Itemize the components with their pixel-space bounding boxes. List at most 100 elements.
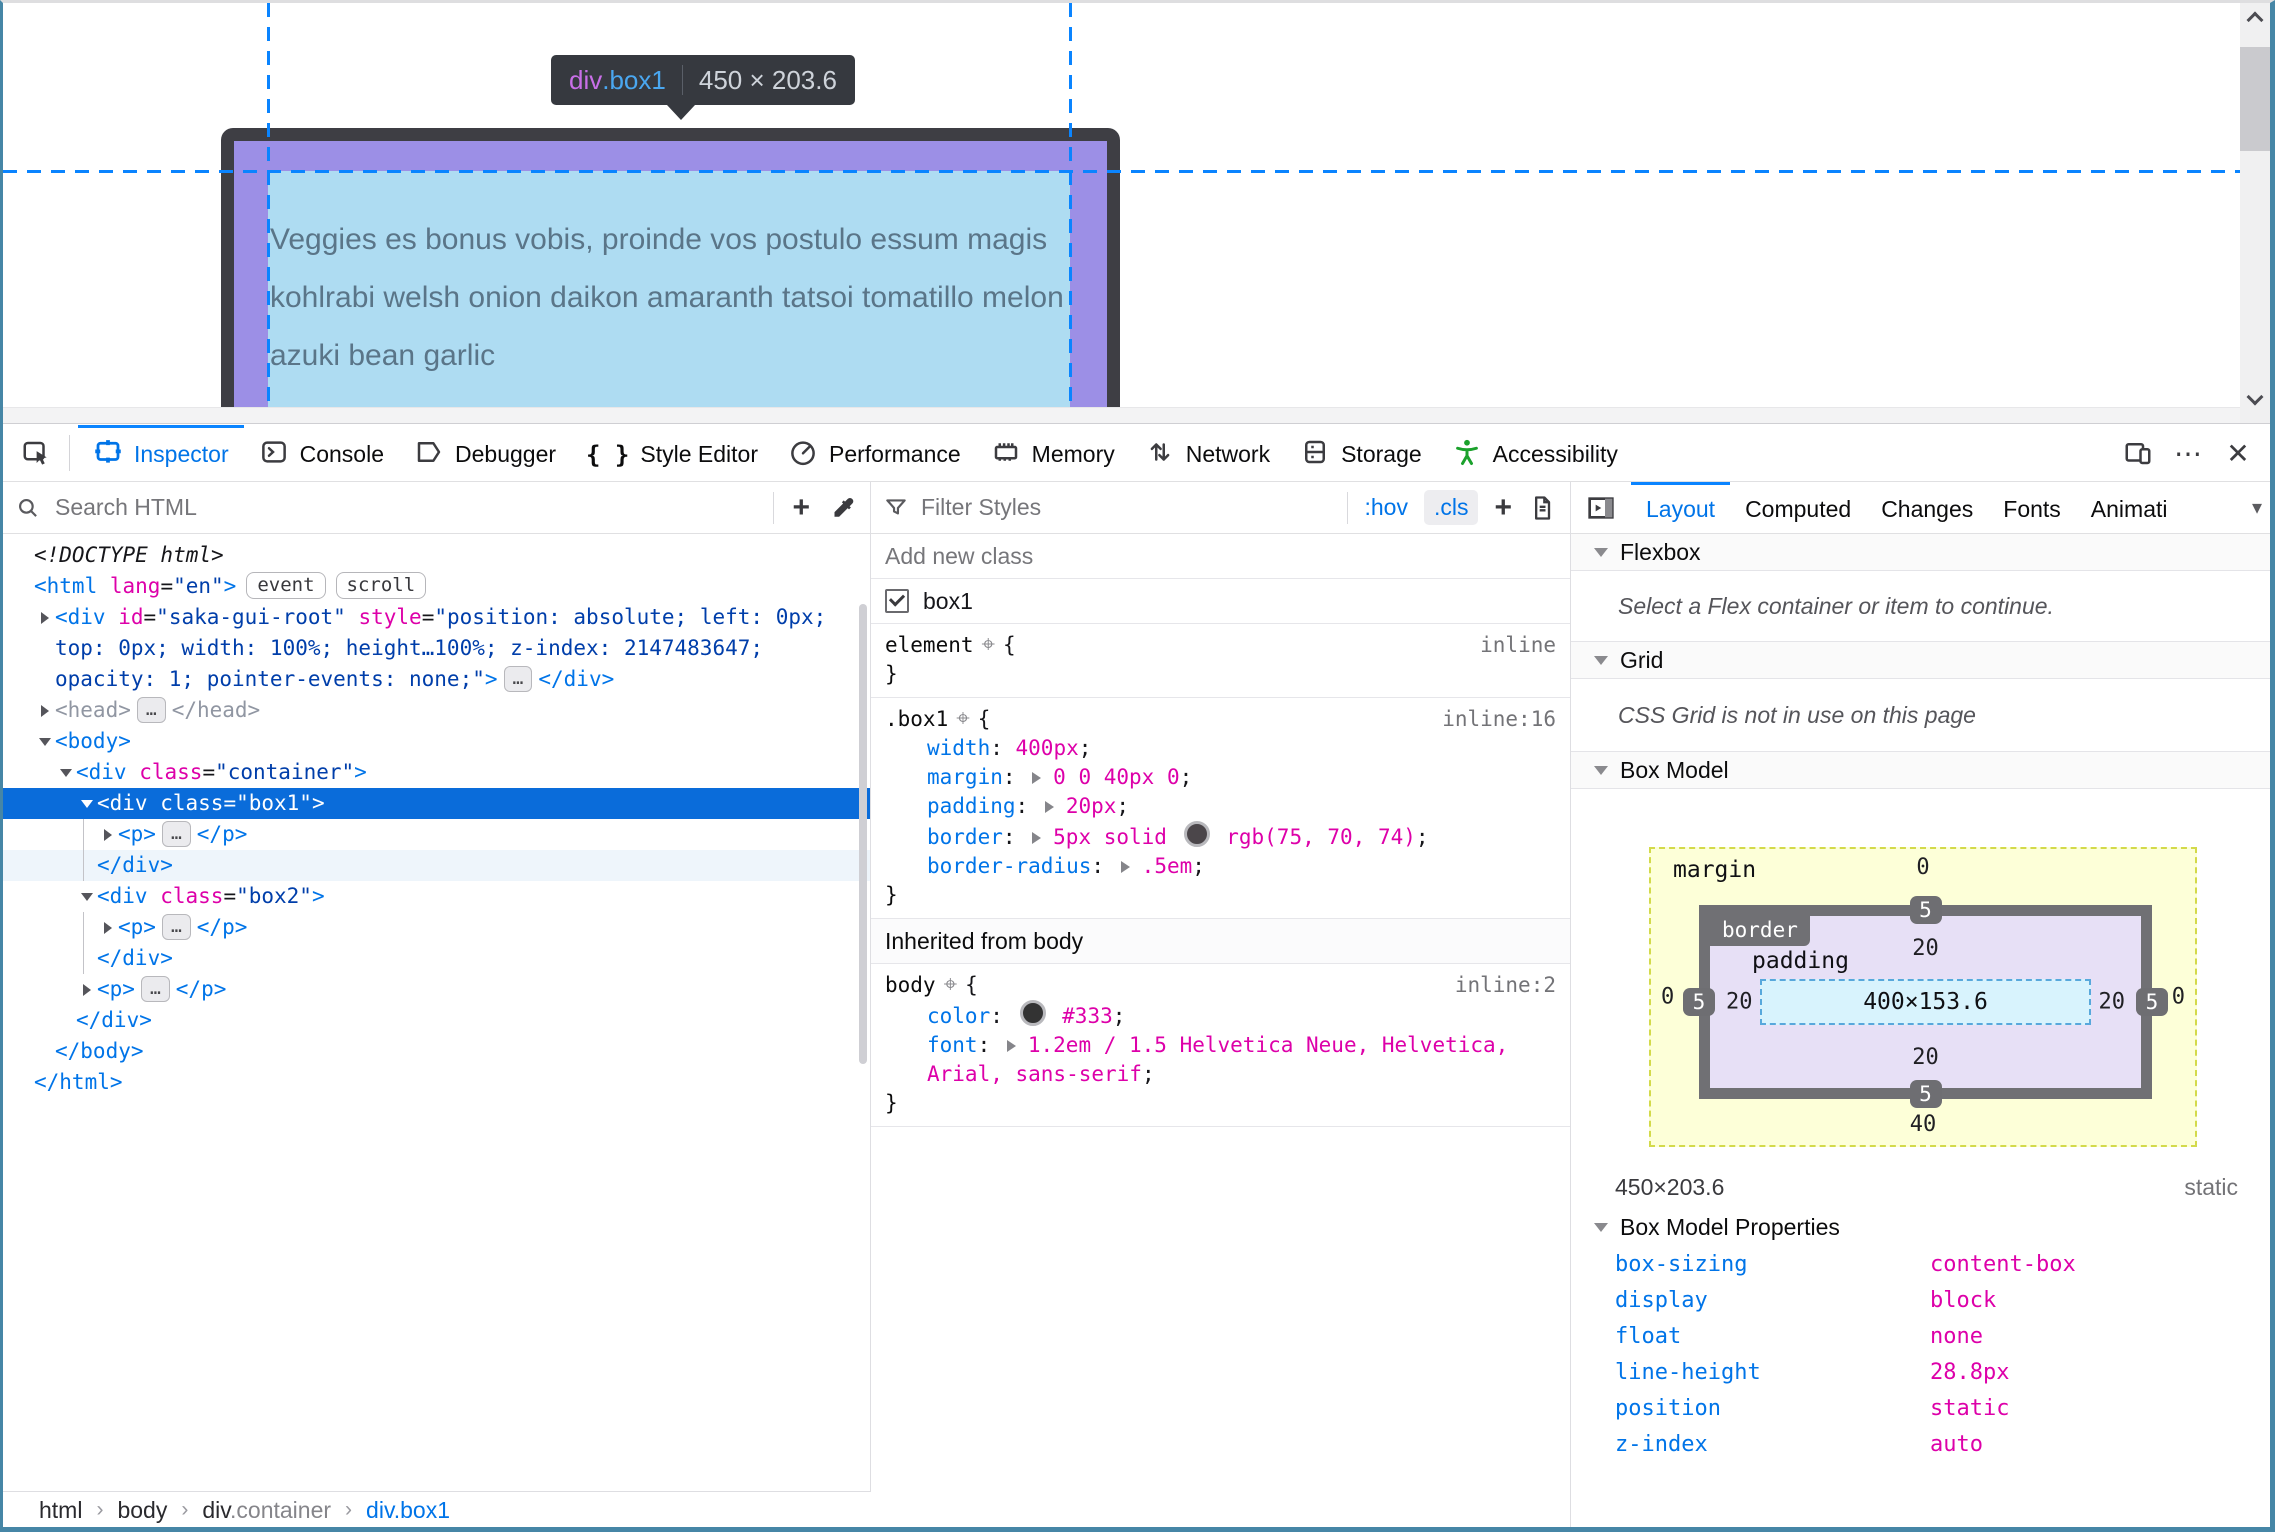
property-name[interactable]: line-height: [1571, 1360, 1930, 1385]
property-name[interactable]: z-index: [1571, 1432, 1930, 1457]
add-rule-button[interactable]: +: [1494, 491, 1512, 525]
markup-scrollbar-thumb[interactable]: [859, 604, 867, 1064]
rule-selector[interactable]: element: [885, 631, 974, 660]
markup-row[interactable]: <p>… </p>: [3, 974, 870, 1005]
tab-computed[interactable]: Computed: [1730, 482, 1866, 533]
expander-expanded-icon[interactable]: [77, 788, 97, 819]
markup-row[interactable]: <p>… </p>: [3, 819, 870, 850]
markup-row[interactable]: </body>: [3, 1036, 870, 1067]
box-model-margin-box[interactable]: margin 0 40 0 0 border padding 20 20 20: [1649, 847, 2197, 1147]
tab-debugger[interactable]: Debugger: [399, 425, 571, 481]
markup-row[interactable]: </html>: [3, 1067, 870, 1098]
expander-expanded-icon[interactable]: [77, 881, 97, 912]
rule-source-link[interactable]: inline:2: [1455, 971, 1556, 1000]
css-declaration[interactable]: margin: 0 0 40px 0;: [871, 763, 1570, 792]
tab-network[interactable]: Network: [1130, 425, 1285, 481]
expander-expanded-icon[interactable]: [35, 726, 55, 757]
grid-section-header[interactable]: Grid: [1571, 642, 2270, 679]
padding-top-value[interactable]: 20: [1912, 936, 1939, 961]
markup-row[interactable]: <div class="box1">: [3, 788, 870, 819]
margin-left-value[interactable]: 0: [1661, 985, 1674, 1010]
expander-collapsed-icon[interactable]: [77, 974, 97, 1005]
border-top-value[interactable]: 5: [1909, 896, 1942, 924]
tab-fonts[interactable]: Fonts: [1988, 482, 2076, 533]
property-name[interactable]: font: [927, 1033, 978, 1057]
expand-value-icon[interactable]: [1044, 801, 1060, 813]
color-swatch[interactable]: [1019, 1000, 1046, 1026]
margin-bottom-value[interactable]: 40: [1910, 1112, 1937, 1137]
close-icon[interactable]: ✕: [2216, 431, 2260, 475]
tab-inspector[interactable]: Inspector: [78, 425, 244, 481]
menu-icon[interactable]: ⋯: [2166, 431, 2210, 475]
markup-row[interactable]: </div>: [3, 850, 870, 881]
expander-collapsed-icon[interactable]: [35, 602, 55, 633]
expander-expanded-icon[interactable]: [56, 757, 76, 788]
expand-value-icon[interactable]: [1032, 772, 1047, 784]
breadcrumb-item[interactable]: html: [39, 1497, 82, 1524]
border-right-value[interactable]: 5: [2136, 988, 2168, 1016]
box-model-properties-header[interactable]: Box Model Properties: [1571, 1208, 2270, 1246]
expander-collapsed-icon[interactable]: [35, 695, 55, 726]
scroll-up-arrow-icon[interactable]: [2249, 11, 2261, 23]
box-model-border-box[interactable]: border padding 20 20 20 20 400×153.6 5 5…: [1683, 896, 2168, 1108]
css-declaration[interactable]: border-radius: .5em;: [871, 852, 1570, 881]
rule-source-link[interactable]: inline:16: [1442, 705, 1556, 734]
search-html-input[interactable]: Search HTML: [55, 494, 197, 521]
expander-collapsed-icon[interactable]: [98, 819, 118, 850]
tab-overflow-button[interactable]: ▾: [2250, 495, 2270, 520]
css-declaration[interactable]: width: 400px;: [871, 734, 1570, 763]
property-name[interactable]: margin: [927, 765, 1003, 789]
markup-row[interactable]: <body>: [3, 726, 870, 757]
markup-row[interactable]: <p>… </p>: [3, 912, 870, 943]
page-horizontal-scrollbar[interactable]: [3, 407, 2240, 423]
pick-element-button[interactable]: [3, 425, 69, 481]
property-name[interactable]: border-radius: [927, 854, 1091, 878]
tab-animati[interactable]: Animati: [2076, 482, 2183, 533]
property-name[interactable]: position: [1571, 1396, 1930, 1421]
markup-row[interactable]: <div class="container">: [3, 757, 870, 788]
markup-row[interactable]: <div class="box2">: [3, 881, 870, 912]
breadcrumb-item[interactable]: div.box1: [366, 1497, 450, 1524]
tab-style-editor[interactable]: { } Style Editor: [571, 425, 773, 481]
markup-row[interactable]: </div>: [3, 1005, 870, 1036]
expand-value-icon[interactable]: [1006, 1040, 1022, 1052]
highlight-selector-icon[interactable]: ⌖: [944, 970, 958, 999]
scrollbar-thumb[interactable]: [2240, 47, 2270, 151]
tab-accessibility[interactable]: Accessibility: [1437, 425, 1633, 481]
css-declaration[interactable]: padding: 20px;: [871, 792, 1570, 821]
class-checkbox[interactable]: [885, 589, 909, 613]
toggle-classes-button[interactable]: .cls: [1423, 490, 1479, 525]
expand-value-icon[interactable]: [1032, 832, 1047, 844]
property-name[interactable]: color: [927, 1004, 990, 1028]
css-declaration[interactable]: font: 1.2em / 1.5 Helvetica Neue, Helvet…: [871, 1031, 1570, 1089]
property-name[interactable]: width: [927, 736, 990, 760]
rule-source-link[interactable]: inline: [1480, 631, 1556, 660]
padding-bottom-value[interactable]: 20: [1912, 1045, 1939, 1070]
markup-row[interactable]: </div>: [3, 943, 870, 974]
eyedropper-button[interactable]: [828, 493, 858, 523]
highlight-selector-icon[interactable]: ⌖: [982, 630, 996, 659]
toggle-pseudo-classes-button[interactable]: :hov: [1364, 494, 1407, 521]
breadcrumb-item[interactable]: div.container: [202, 1497, 331, 1524]
markup-row[interactable]: <!DOCTYPE html>: [3, 540, 870, 571]
padding-left-value[interactable]: 20: [1726, 990, 1753, 1015]
tab-layout[interactable]: Layout: [1631, 482, 1731, 533]
responsive-design-icon[interactable]: [2116, 431, 2160, 475]
rule-selector[interactable]: .box1: [885, 705, 948, 734]
tab-performance[interactable]: Performance: [773, 425, 976, 481]
property-name[interactable]: border: [927, 825, 1003, 849]
add-node-button[interactable]: +: [792, 491, 810, 525]
highlight-selector-icon[interactable]: ⌖: [956, 704, 970, 733]
markup-row[interactable]: <html lang="en"> event scroll: [3, 571, 870, 602]
tab-storage[interactable]: Storage: [1285, 425, 1437, 481]
css-declaration[interactable]: color: #333;: [871, 1000, 1570, 1031]
page-vertical-scrollbar[interactable]: [2240, 3, 2270, 423]
property-name[interactable]: padding: [927, 794, 1016, 818]
add-new-class-input[interactable]: Add new class: [871, 534, 1570, 579]
border-left-value[interactable]: 5: [1683, 988, 1715, 1016]
border-bottom-value[interactable]: 5: [1909, 1080, 1942, 1108]
margin-top-value[interactable]: 0: [1916, 855, 1929, 880]
sidebar-toggle-icon[interactable]: [1585, 492, 1617, 524]
markup-row[interactable]: <div id="saka-gui-root" style="position:…: [3, 602, 870, 695]
expander-collapsed-icon[interactable]: [98, 912, 118, 943]
